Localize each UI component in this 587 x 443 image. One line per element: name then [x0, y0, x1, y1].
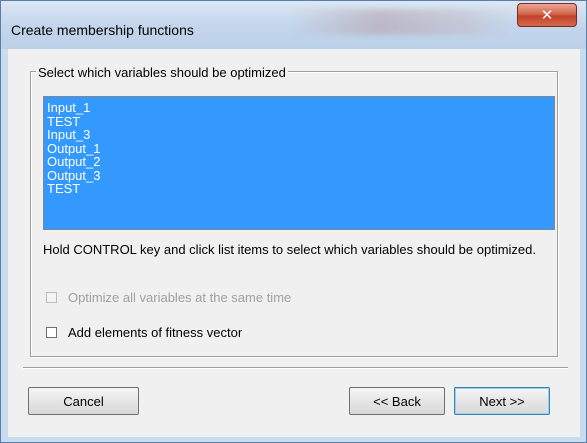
- list-item[interactable]: Output_3: [47, 168, 554, 183]
- groupbox-label: Select which variables should be optimiz…: [36, 65, 288, 80]
- list-item[interactable]: Output_1: [47, 141, 554, 156]
- title-bar[interactable]: Create membership functions ✕: [1, 1, 586, 49]
- variables-listbox[interactable]: Input_1 TEST Input_3 Output_1 Output_2 O…: [43, 96, 555, 230]
- optimize-all-label: Optimize all variables at the same time: [68, 290, 292, 305]
- fitness-vector-label[interactable]: Add elements of fitness vector: [68, 325, 242, 340]
- window-title: Create membership functions: [11, 22, 194, 38]
- close-button[interactable]: ✕: [517, 3, 577, 27]
- cancel-button[interactable]: Cancel: [28, 387, 139, 415]
- dialog-body: Select which variables should be optimiz…: [8, 49, 580, 437]
- fitness-vector-checkbox-row[interactable]: Add elements of fitness vector: [46, 325, 242, 340]
- list-item[interactable]: TEST: [47, 114, 554, 129]
- back-button[interactable]: << Back: [349, 387, 445, 415]
- close-icon: ✕: [540, 6, 554, 24]
- separator: [23, 367, 568, 369]
- list-item[interactable]: Output_2: [47, 155, 554, 169]
- optimize-all-checkbox-row: Optimize all variables at the same time: [46, 290, 291, 305]
- fitness-vector-checkbox[interactable]: [46, 327, 57, 338]
- title-bar-blurred-region: [291, 9, 511, 35]
- list-item[interactable]: Input_1: [47, 101, 554, 115]
- next-button[interactable]: Next >>: [454, 387, 550, 415]
- list-item[interactable]: TEST: [47, 182, 554, 196]
- dialog-window: Create membership functions ✕ Select whi…: [0, 0, 587, 443]
- optimize-all-checkbox: [46, 292, 57, 303]
- list-item[interactable]: Input_3: [47, 128, 554, 142]
- selection-hint: Hold CONTROL key and click list items to…: [43, 242, 536, 257]
